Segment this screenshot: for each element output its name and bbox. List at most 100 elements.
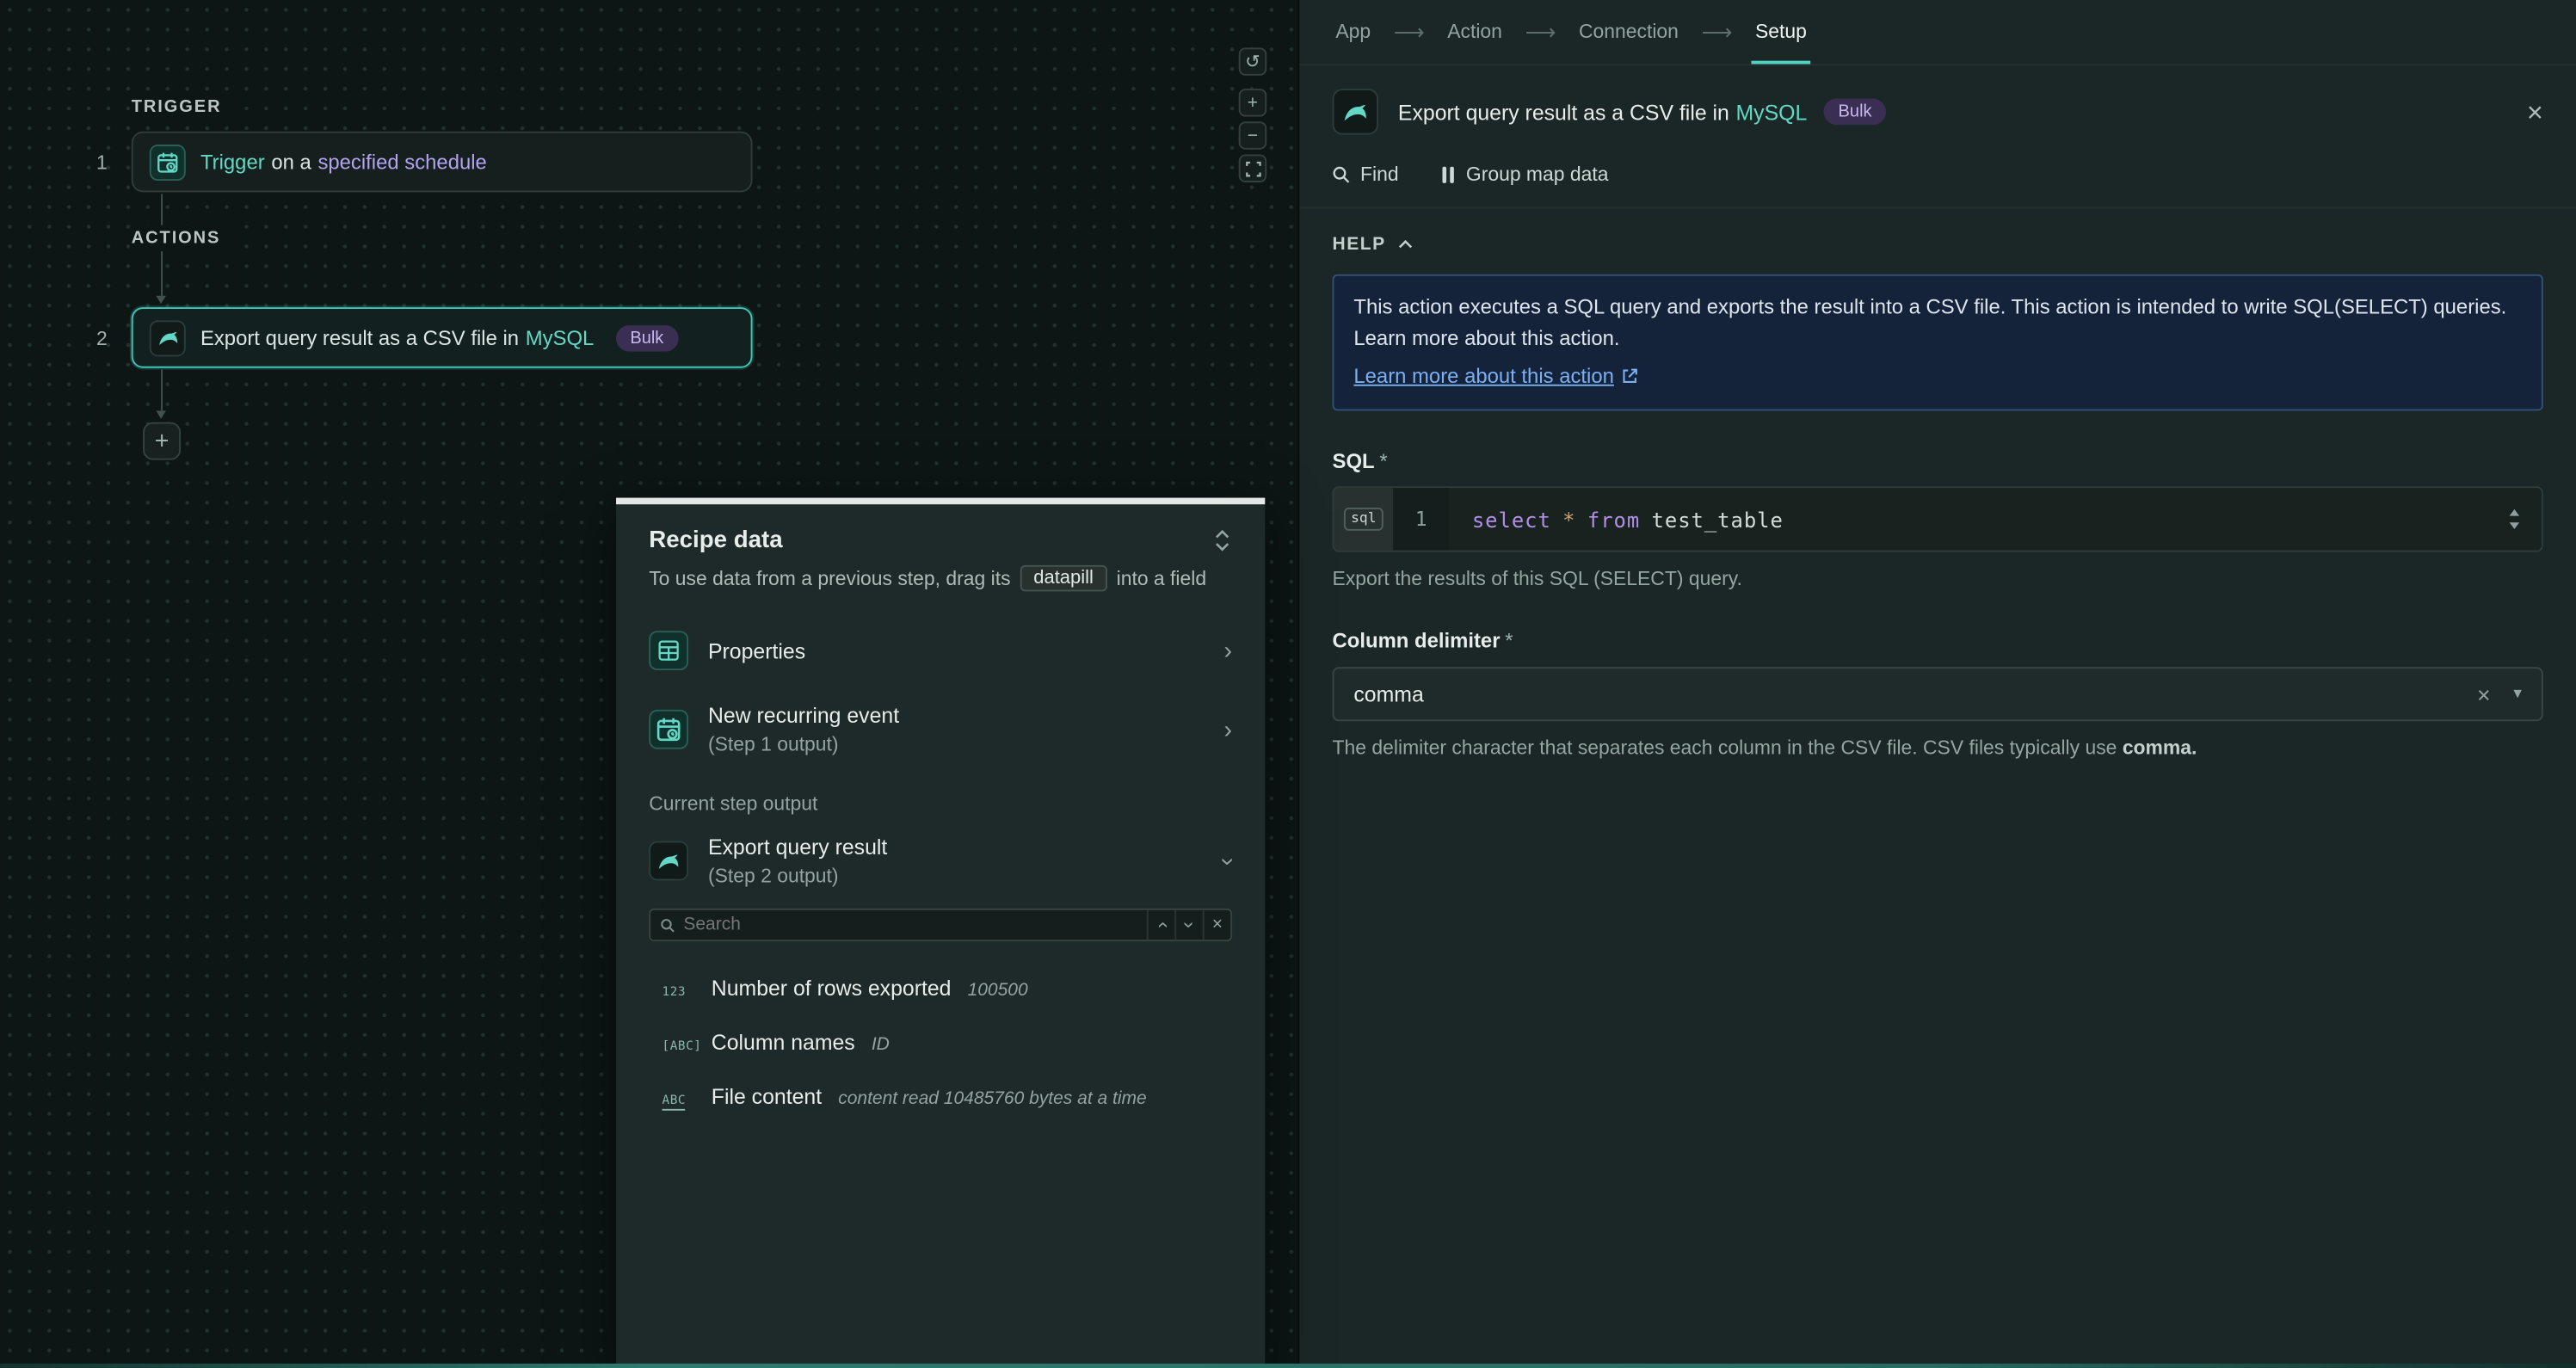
datapill-label: Number of rows exported (712, 976, 952, 1001)
chevron-right-icon[interactable]: › (1224, 717, 1233, 742)
help-collapse-toggle[interactable]: HELP (1333, 235, 1413, 255)
properties-row[interactable]: Properties › (649, 631, 1232, 670)
step1-output-row[interactable]: New recurring event (Step 1 output) › (649, 703, 1232, 755)
array-type-icon: [ABC] (662, 1038, 699, 1053)
sql-keyword: from (1587, 507, 1640, 532)
step1-mid-text: on a (271, 151, 311, 174)
hint-prefix: To use data from a previous step, drag i… (649, 567, 1010, 590)
required-asterisk: * (1379, 450, 1387, 473)
zoom-controls: ↺ + − (1239, 47, 1266, 182)
tab-app[interactable]: App (1333, 0, 1374, 64)
step-action-node-selected[interactable]: Export query result as a CSV file in MyS… (132, 307, 753, 368)
step2-app-name[interactable]: MySQL (526, 326, 595, 349)
step2-output-title: Export query result (708, 835, 887, 860)
recipe-data-hint: To use data from a previous step, drag i… (649, 565, 1232, 592)
zoom-in-icon[interactable]: + (1239, 89, 1266, 116)
external-link-icon (1622, 369, 1638, 385)
datapill-sample-value: ID (872, 1035, 890, 1055)
properties-label: Properties (708, 638, 805, 663)
datapill-chip[interactable]: datapill (1020, 565, 1106, 592)
help-box: This action executes a SQL query and exp… (1333, 274, 2543, 411)
step1-title: Trigger on a specified schedule (200, 151, 487, 174)
help-label: HELP (1333, 235, 1386, 255)
hint-suffix: into a field (1117, 567, 1206, 590)
learn-more-link[interactable]: Learn more about this action (1353, 361, 1638, 393)
step1-schedule-link[interactable]: specified schedule (317, 151, 486, 174)
properties-grid-icon (649, 631, 688, 670)
mysql-dolphin-icon (150, 319, 186, 355)
datapill-results: 123 Number of rows exported 100500 [ABC]… (649, 961, 1232, 1124)
help-text: This action executes a SQL query and exp… (1353, 293, 2522, 356)
step-trigger-node[interactable]: Trigger on a specified schedule (132, 132, 753, 193)
actions-section-label: ACTIONS (132, 225, 231, 252)
datapill-search-bar: › › × (649, 909, 1232, 941)
close-icon[interactable]: × (2527, 98, 2543, 126)
required-asterisk: * (1505, 630, 1513, 653)
setup-toolbar: Find Group map data (1299, 141, 2576, 208)
sql-code-line[interactable]: select * from test_table (1449, 488, 2486, 551)
setup-content: HELP This action executes a SQL query an… (1299, 208, 2576, 759)
find-button[interactable]: Find (1333, 163, 1399, 186)
delimiter-select[interactable]: comma × ▾ (1333, 667, 2543, 721)
sql-language-badge-cell: sql (1334, 488, 1393, 551)
setup-title: Export query result as a CSV file in MyS… (1398, 99, 1887, 126)
search-prev-icon[interactable]: › (1147, 910, 1174, 940)
arrow-icon: ⟶ (1525, 0, 1556, 64)
datapill-row[interactable]: ABC File content content read 10485760 b… (649, 1069, 1232, 1124)
search-close-icon[interactable]: × (1203, 910, 1230, 940)
mysql-dolphin-icon (649, 841, 688, 881)
datapill-sample-value: 100500 (968, 981, 1028, 1001)
search-next-icon[interactable]: › (1174, 910, 1202, 940)
chevron-right-icon[interactable]: › (1224, 638, 1233, 663)
zoom-reset-icon[interactable]: ↺ (1239, 47, 1266, 75)
number-type-icon: 123 (662, 984, 699, 999)
sql-identifier: test_table (1652, 507, 1784, 532)
delimiter-value: comma (1353, 682, 1423, 707)
step1-verb[interactable]: Trigger (200, 151, 265, 174)
select-caret-icon[interactable]: ▾ (2513, 685, 2522, 703)
connector-arrow (156, 296, 165, 305)
step2-output-subtitle: (Step 2 output) (708, 864, 887, 887)
sql-field-hint: Export the results of this SQL (SELECT) … (1333, 567, 2543, 590)
datapill-row[interactable]: [ABC] Column names ID (649, 1015, 1232, 1069)
step1-output-title: New recurring event (708, 703, 899, 728)
tab-action[interactable]: Action (1444, 0, 1505, 64)
add-step-button[interactable]: + (143, 422, 181, 460)
connector-arrow (156, 410, 165, 419)
schedule-calendar-icon (649, 710, 688, 749)
step1-output-subtitle: (Step 1 output) (708, 733, 899, 756)
zoom-fit-icon[interactable] (1239, 154, 1266, 182)
sql-code-editor[interactable]: sql 1 select * from test_table (1333, 486, 2543, 552)
step2-output-row[interactable]: Export query result (Step 2 output) › (649, 835, 1232, 887)
arrow-icon: ⟶ (1702, 0, 1733, 64)
zoom-out-icon[interactable]: − (1239, 121, 1266, 149)
trigger-section-label: TRIGGER (132, 94, 231, 120)
setup-app-name[interactable]: MySQL (1736, 100, 1808, 125)
sql-keyword: select (1472, 507, 1551, 532)
bottom-accent-bar (0, 1364, 2576, 1368)
app-root: ↺ + − TRIGGER 1 Trigger on (0, 0, 2576, 1368)
line-number: 1 (1393, 488, 1449, 551)
datapill-sample-value: content read 10485760 bytes at a time (838, 1089, 1146, 1109)
editor-resize-handle-icon[interactable] (2486, 488, 2542, 551)
find-label: Find (1360, 163, 1399, 186)
search-input[interactable] (683, 910, 1146, 940)
delimiter-field-hint: The delimiter character that separates e… (1333, 736, 2543, 760)
tab-connection[interactable]: Connection (1575, 0, 1682, 64)
text-type-icon: ABC (662, 1093, 699, 1107)
tab-setup[interactable]: Setup (1752, 0, 1810, 64)
datapill-row[interactable]: 123 Number of rows exported 100500 (649, 961, 1232, 1015)
sql-field-label: SQL* (1333, 450, 2543, 473)
sql-language-badge: sql (1345, 508, 1384, 531)
mysql-dolphin-icon (1333, 89, 1378, 134)
recipe-data-panel: Recipe data To use data from a previous … (616, 498, 1265, 1368)
search-icon (1333, 165, 1351, 183)
current-step-output-label: Current step output (649, 792, 1232, 815)
chevron-up-icon (1397, 240, 1412, 250)
panel-resize-icon[interactable] (1212, 529, 1232, 552)
clear-value-icon[interactable]: × (2477, 683, 2491, 706)
group-map-data-button[interactable]: Group map data (1441, 163, 1608, 186)
group-map-data-icon (1441, 165, 1456, 183)
datapill-label: Column names (712, 1030, 855, 1055)
chevron-down-icon[interactable]: › (1216, 857, 1241, 866)
